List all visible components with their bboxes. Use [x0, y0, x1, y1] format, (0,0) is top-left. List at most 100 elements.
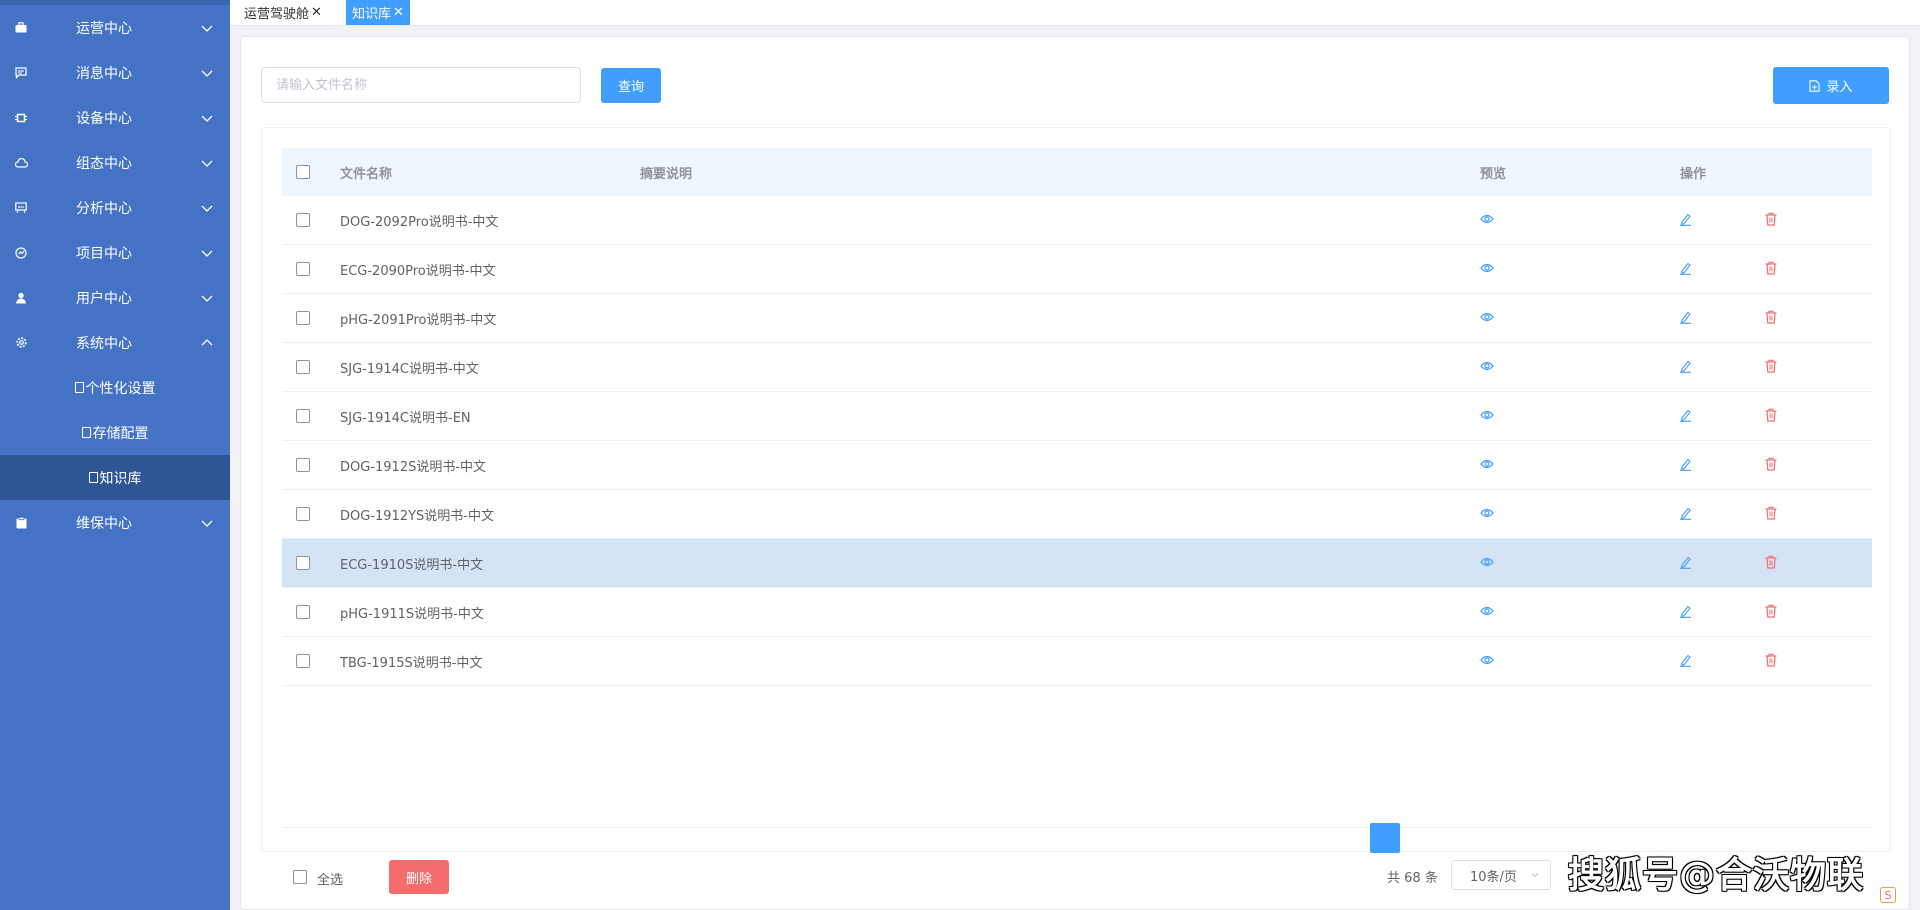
chevron-down-icon [201, 520, 213, 527]
eye-icon[interactable] [1480, 213, 1494, 229]
edit-icon[interactable] [1679, 261, 1692, 279]
trash-icon[interactable] [1765, 310, 1777, 328]
table-row[interactable]: SJG-1914C说明书-EN [282, 392, 1872, 441]
table-row[interactable]: ECG-1910S说明书-中文 [282, 539, 1872, 588]
edit-icon[interactable] [1679, 506, 1692, 524]
row-checkbox[interactable] [296, 605, 310, 619]
eye-icon[interactable] [1480, 311, 1494, 327]
eye-icon[interactable] [1480, 507, 1494, 523]
sidebar-item-label: 用户中心 [76, 290, 132, 307]
select-all-checkbox[interactable] [293, 870, 307, 884]
sidebar-subitem-knowledge-base[interactable]: 知识库 [0, 455, 230, 500]
edit-icon[interactable] [1679, 359, 1692, 377]
trash-icon[interactable] [1765, 653, 1777, 671]
edit-icon[interactable] [1679, 604, 1692, 622]
row-checkbox[interactable] [296, 360, 310, 374]
eye-icon[interactable] [1480, 458, 1494, 474]
main-content: 查询 录入 文件名称 摘要说明 预览 操作 DOG-2092Pro说明书-中文 E… [240, 36, 1910, 910]
close-icon[interactable]: ✕ [393, 5, 404, 20]
search-input[interactable] [261, 67, 581, 103]
trash-icon[interactable] [1765, 604, 1777, 622]
row-checkbox[interactable] [296, 507, 310, 521]
edit-icon[interactable] [1679, 212, 1692, 230]
sidebar-item-projects[interactable]: 项目中心 [0, 230, 230, 275]
table-row[interactable]: DOG-1912S说明书-中文 [282, 441, 1872, 490]
trash-icon[interactable] [1765, 261, 1777, 279]
sidebar-item-configuration[interactable]: 组态中心 [0, 140, 230, 185]
sogou-ime-icon[interactable]: S [1880, 887, 1896, 903]
table-row[interactable]: ECG-2090Pro说明书-中文 [282, 245, 1872, 294]
close-icon[interactable]: ✕ [311, 5, 322, 20]
chevron-down-icon [201, 115, 213, 122]
current-page-button[interactable] [1370, 823, 1400, 853]
eye-icon[interactable] [1480, 605, 1494, 621]
row-checkbox[interactable] [296, 458, 310, 472]
table-card: 文件名称 摘要说明 预览 操作 DOG-2092Pro说明书-中文 ECG-209… [261, 127, 1891, 852]
eye-icon[interactable] [1480, 409, 1494, 425]
edit-icon[interactable] [1679, 408, 1692, 426]
eye-icon[interactable] [1480, 654, 1494, 670]
sidebar-subitem-storage[interactable]: 存储配置 [0, 410, 230, 455]
trash-icon[interactable] [1765, 212, 1777, 230]
page-size-value: 10条/页 [1470, 869, 1517, 885]
sidebar-item-analysis[interactable]: 分析中心 [0, 185, 230, 230]
edit-icon[interactable] [1679, 653, 1692, 671]
sidebar-item-messages[interactable]: 消息中心 [0, 50, 230, 95]
page-size-select[interactable]: 10条/页 [1451, 860, 1551, 890]
header-file-name: 文件名称 [340, 166, 393, 182]
sidebar-item-users[interactable]: 用户中心 [0, 275, 230, 320]
file-table: 文件名称 摘要说明 预览 操作 DOG-2092Pro说明书-中文 ECG-209… [282, 148, 1872, 686]
file-name: SJG-1914C说明书-EN [340, 410, 471, 426]
edit-icon[interactable] [1679, 457, 1692, 475]
row-checkbox[interactable] [296, 262, 310, 276]
header-operations: 操作 [1680, 166, 1707, 182]
eye-icon[interactable] [1480, 556, 1494, 572]
dashboard-icon [14, 246, 28, 260]
row-checkbox[interactable] [296, 654, 310, 668]
briefcase-icon [14, 21, 28, 35]
sidebar-item-operations[interactable]: 运营中心 [0, 5, 230, 50]
tab-knowledge-base[interactable]: 知识库 ✕ [346, 0, 410, 25]
row-checkbox[interactable] [296, 213, 310, 227]
trash-icon[interactable] [1765, 506, 1777, 524]
header-preview: 预览 [1480, 166, 1507, 182]
chevron-down-icon [1531, 873, 1539, 878]
tab-operations-cockpit[interactable]: 运营驾驶舱 ✕ [238, 0, 328, 25]
sidebar-subitem-personalization[interactable]: 个性化设置 [0, 365, 230, 410]
sidebar-item-devices[interactable]: 设备中心 [0, 95, 230, 140]
file-name: pHG-1911S说明书-中文 [340, 606, 484, 622]
chevron-down-icon [201, 70, 213, 77]
enter-button[interactable]: 录入 [1773, 67, 1889, 104]
chevron-down-icon [201, 25, 213, 32]
query-button[interactable]: 查询 [601, 68, 661, 103]
table-row[interactable]: pHG-1911S说明书-中文 [282, 588, 1872, 637]
table-row[interactable]: DOG-2092Pro说明书-中文 [282, 196, 1872, 245]
file-name: DOG-2092Pro说明书-中文 [340, 214, 499, 230]
edit-icon[interactable] [1679, 310, 1692, 328]
chevron-down-icon [201, 295, 213, 302]
select-all-header-checkbox[interactable] [296, 165, 310, 179]
chevron-down-icon [201, 250, 213, 257]
sidebar-item-label: 设备中心 [76, 110, 132, 127]
sidebar-item-label: 消息中心 [76, 65, 132, 82]
row-checkbox[interactable] [296, 311, 310, 325]
trash-icon[interactable] [1765, 359, 1777, 377]
row-checkbox[interactable] [296, 556, 310, 570]
trash-icon[interactable] [1765, 408, 1777, 426]
table-row[interactable]: DOG-1912YS说明书-中文 [282, 490, 1872, 539]
delete-button[interactable]: 删除 [389, 860, 449, 894]
row-checkbox[interactable] [296, 409, 310, 423]
sidebar-item-system[interactable]: 系统中心 [0, 320, 230, 365]
trash-icon[interactable] [1765, 555, 1777, 573]
table-bottom-border [282, 827, 1872, 828]
edit-icon[interactable] [1679, 555, 1692, 573]
table-row[interactable]: pHG-2091Pro说明书-中文 [282, 294, 1872, 343]
eye-icon[interactable] [1480, 262, 1494, 278]
file-name: TBG-1915S说明书-中文 [340, 655, 483, 671]
sidebar-item-maintenance[interactable]: 维保中心 [0, 500, 230, 545]
table-row[interactable]: TBG-1915S说明书-中文 [282, 637, 1872, 686]
enter-button-label: 录入 [1826, 80, 1853, 95]
eye-icon[interactable] [1480, 360, 1494, 376]
table-row[interactable]: SJG-1914C说明书-中文 [282, 343, 1872, 392]
trash-icon[interactable] [1765, 457, 1777, 475]
